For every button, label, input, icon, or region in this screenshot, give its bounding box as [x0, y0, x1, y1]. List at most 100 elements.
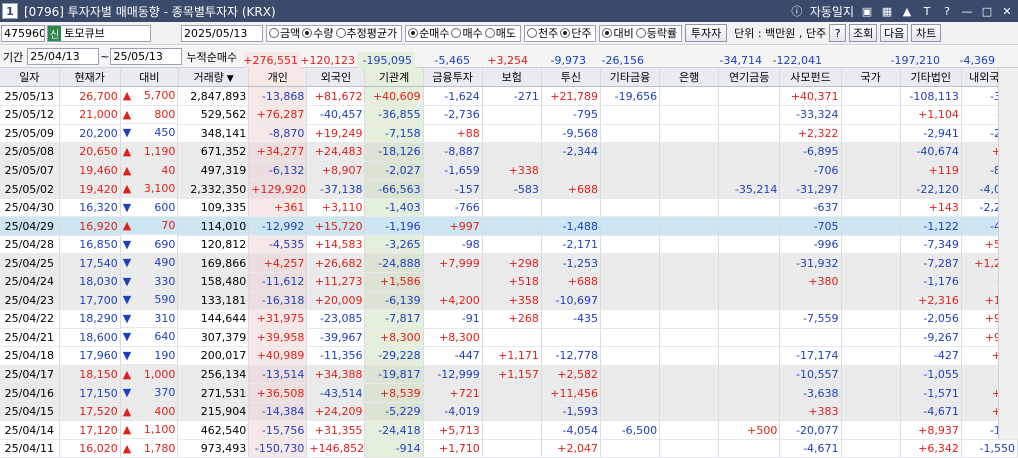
- cell-investor-5: -2,171: [541, 235, 601, 255]
- cell-volume: 529,562: [178, 105, 250, 125]
- table-row[interactable]: 25/05/13 26,700 ▲ 5,700 2,847,893 -13,868 +81,…: [0, 86, 1018, 107]
- col-header-5[interactable]: 외국인: [306, 68, 366, 88]
- vertical-scrollbar[interactable]: [998, 68, 1018, 439]
- radio-quantity[interactable]: 수량: [302, 25, 334, 41]
- cell-investor-5: -12,778: [541, 346, 601, 366]
- col-header-6[interactable]: 기관계: [364, 68, 424, 88]
- table-row[interactable]: 25/04/28 16,850 ▼ 690 120,812 -4,535 +14,583 -3…: [0, 235, 1018, 255]
- col-header-15[interactable]: 기타법인: [900, 68, 962, 88]
- cell-investor-0: +129,920: [248, 179, 308, 199]
- table-row[interactable]: 25/04/15 17,520 ▲ 400 215,904 -14,384 +24,209-…: [0, 402, 1018, 422]
- col-header-14[interactable]: 국가: [841, 68, 901, 88]
- table-row[interactable]: 25/04/11 16,020 ▲ 1,780 973,493 -150,730 +146,…: [0, 439, 1018, 458]
- cell-investor-6: [600, 272, 661, 292]
- cell-investor-4: +518: [482, 272, 542, 292]
- window-split-icon[interactable]: ▣: [860, 4, 874, 18]
- cell-change: ▲ 5,700: [120, 87, 179, 106]
- col-header-8[interactable]: 보험: [482, 68, 542, 88]
- col-header-9[interactable]: 투신: [541, 68, 601, 88]
- table-row[interactable]: 25/04/30 16,320 ▼ 600 109,335 +361 +3,110 -1,40…: [0, 198, 1018, 218]
- minimize-icon[interactable]: —: [960, 4, 974, 18]
- table-row[interactable]: 25/05/07 19,460 ▲ 40 497,319 -6,132 +8,907 -2,0…: [0, 161, 1018, 181]
- cell-investor-3: -1,659: [423, 161, 483, 181]
- info-icon[interactable]: ⓘ: [790, 4, 804, 18]
- table-row[interactable]: 25/04/24 18,030 ▼ 330 158,480 -11,612 +11,273 +…: [0, 272, 1018, 292]
- radio-thousand-shares[interactable]: 천주: [526, 25, 558, 41]
- tool-icon[interactable]: ▲: [900, 4, 914, 18]
- sum-individual: +276,551: [243, 52, 301, 68]
- cell-investor-7: [659, 272, 720, 292]
- stock-name-box[interactable]: 신 토모큐브: [47, 24, 151, 42]
- col-header-7[interactable]: 금융투자: [423, 68, 483, 88]
- cell-investor-6: [600, 383, 661, 403]
- to-date-input[interactable]: 25/05/13: [110, 48, 183, 65]
- col-header-13[interactable]: 사모펀드: [779, 68, 842, 88]
- cell-date: 25/04/21: [0, 328, 60, 348]
- cell-investor-4: +1,157: [482, 365, 542, 385]
- table-row[interactable]: 25/05/09 20,200 ▼ 450 348,141 -8,870 +19,249 -7…: [0, 124, 1018, 144]
- next-button[interactable]: 다음: [880, 24, 909, 42]
- col-header-1[interactable]: 현재가: [59, 68, 121, 88]
- cell-investor-0: +76,287: [248, 105, 308, 125]
- stock-code-input[interactable]: 475960: [1, 24, 45, 42]
- col-header-0[interactable]: 일자: [0, 68, 60, 88]
- table-row[interactable]: 25/05/02 19,420 ▲ 3,100 2,332,350 +129,920 -37…: [0, 179, 1018, 199]
- arrow-down-icon: ▼: [122, 348, 132, 362]
- table-row[interactable]: 25/04/14 17,120 ▲ 1,100 462,540 -15,756 +31,35…: [0, 420, 1018, 440]
- col-header-4[interactable]: 개인: [248, 68, 308, 88]
- cell-investor-4: [482, 105, 542, 125]
- table-row[interactable]: 25/04/16 17,150 ▼ 370 271,531 +36,508 -43,514 +…: [0, 383, 1018, 403]
- radio-change-rate[interactable]: 등락률: [635, 25, 677, 41]
- table-row[interactable]: 25/04/21 18,600 ▼ 640 307,379 +39,958 -39,967 +…: [0, 328, 1018, 348]
- cell-investor-11: +1,104: [900, 105, 962, 125]
- radio-amount[interactable]: 금액: [269, 25, 300, 41]
- table-row[interactable]: 25/04/23 17,700 ▼ 590 133,181 -16,318 +20,009-…: [0, 291, 1018, 311]
- col-header-3[interactable]: 거래량 ▼: [178, 68, 250, 88]
- table-row[interactable]: 25/04/22 18,290 ▼ 310 144,644 +31,975 -23,085-…: [0, 309, 1018, 329]
- radio-change[interactable]: 대비: [602, 25, 634, 41]
- radio-buy[interactable]: 매수: [451, 25, 483, 41]
- radio-net-buy[interactable]: 순매수: [408, 25, 449, 41]
- date-input[interactable]: 2025/05/13: [181, 24, 263, 42]
- col-header-11[interactable]: 은행: [659, 68, 720, 88]
- radio-single-shares[interactable]: 단주: [560, 25, 591, 41]
- query-button[interactable]: 조회: [849, 24, 878, 42]
- col-header-2[interactable]: 대비: [120, 68, 179, 88]
- cell-investor-6: [600, 124, 661, 144]
- table-row[interactable]: 25/04/29 16,920 ▲ 70 114,010 -12,992 +15,720 -1…: [0, 216, 1018, 236]
- text-icon[interactable]: T: [920, 4, 934, 18]
- cell-date: 25/04/17: [0, 365, 60, 385]
- from-date-input[interactable]: 25/04/13: [27, 48, 100, 65]
- range-separator: ~: [100, 50, 110, 63]
- radio-avg-price[interactable]: 추정평균가: [335, 25, 397, 41]
- help-button[interactable]: ?: [829, 24, 847, 42]
- cell-investor-4: [482, 328, 542, 348]
- table-row[interactable]: 25/04/18 17,960 ▼ 190 200,017 +40,989 -11,356-…: [0, 346, 1018, 366]
- cell-investor-10: [841, 420, 901, 440]
- close-icon[interactable]: ✕: [1000, 4, 1014, 18]
- cell-investor-8: [718, 124, 781, 144]
- arrow-up-icon: ▲: [122, 404, 132, 418]
- table-row[interactable]: 25/04/25 17,540 ▼ 490 169,866 +4,257 +26,682 -2…: [0, 253, 1018, 274]
- table-row[interactable]: 25/04/17 18,150 ▲ 1,000 256,134 -13,514 +34,38…: [0, 365, 1018, 385]
- chart-button[interactable]: 차트: [911, 24, 942, 42]
- investor-button[interactable]: 투자자: [685, 24, 728, 42]
- table-row[interactable]: 25/05/12 21,000 ▲ 800 529,562 +76,287 -40,457-…: [0, 105, 1018, 125]
- table-row[interactable]: 25/05/08 20,650 ▲ 1,190 671,352 +34,277 +24,48…: [0, 142, 1018, 162]
- cell-investor-1: +34,388: [306, 365, 366, 385]
- radio-sell[interactable]: 매도: [484, 25, 516, 41]
- auto-journal-link[interactable]: 자동일지: [810, 3, 854, 20]
- cell-investor-5: -1,253: [541, 253, 601, 274]
- col-header-10[interactable]: 기타금융: [600, 68, 661, 88]
- arrow-down-icon: ▼: [122, 386, 132, 400]
- cell-change: ▼ 190: [120, 346, 179, 366]
- help-icon[interactable]: ?: [940, 4, 954, 18]
- sort-down-icon[interactable]: ▼: [224, 74, 234, 84]
- col-header-12[interactable]: 연기금등: [718, 68, 781, 88]
- cell-price: 20,200: [59, 124, 121, 144]
- maximize-icon[interactable]: □: [980, 4, 994, 18]
- link-icon[interactable]: ▦: [880, 4, 894, 18]
- cell-investor-6: [600, 346, 661, 366]
- cell-investor-0: +34,277: [248, 142, 308, 162]
- cell-investor-10: [841, 179, 901, 199]
